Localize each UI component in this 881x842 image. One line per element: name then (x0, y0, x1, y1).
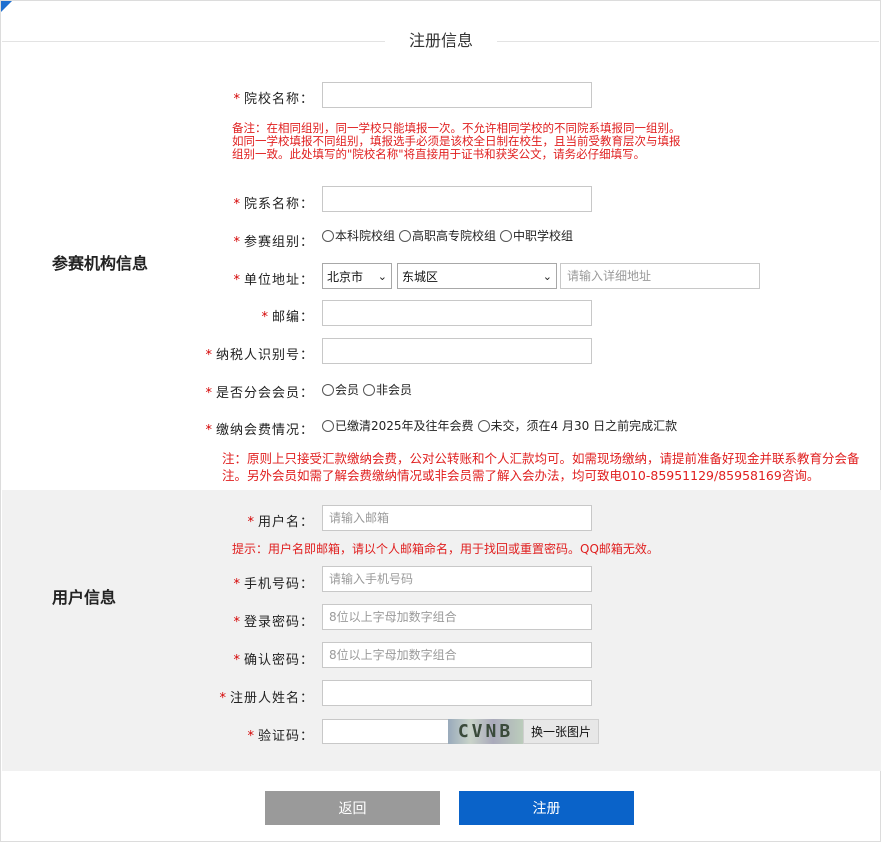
register-button[interactable]: 注册 (459, 791, 634, 825)
district-select[interactable]: 东城区 ⌄ (397, 263, 557, 289)
corner-mark-icon (1, 1, 12, 12)
tax-id-label: * 纳税人识别号： (205, 348, 314, 363)
school-name-label: * 院校名称： (233, 92, 314, 107)
city-select[interactable]: 北京市 ⌄ (322, 263, 392, 289)
postcode-input[interactable] (322, 300, 592, 326)
radio-circle-icon (322, 383, 334, 396)
fee-radio-paid[interactable]: 已缴清2025年及往年会费 (322, 417, 474, 434)
registration-form: 注册信息 参赛机构信息 * 院校名称： 备注：在相同组别，同一学校只能填报一次。不… (0, 0, 881, 842)
back-button[interactable]: 返回 (265, 791, 440, 825)
school-name-note: 备注：在相同组别，同一学校只能填报一次。不允许相同学校的不同院系填报同一组别。如… (232, 121, 681, 161)
fee-label: * 缴纳会费情况： (205, 423, 314, 438)
confirm-password-input[interactable] (322, 642, 592, 668)
org-section-label: 参赛机构信息 (52, 254, 149, 273)
fee-radio-group: 已缴清2025年及往年会费 未交，须在4 月30 日之前完成汇款 (322, 417, 681, 434)
group-radio-secondary-vocational[interactable]: 中职学校组 (500, 227, 573, 244)
captcha-label: * 验证码： (247, 729, 314, 744)
radio-circle-icon (399, 229, 412, 242)
group-label: * 参赛组别： (233, 235, 314, 250)
tax-id-input[interactable] (322, 338, 592, 364)
page-title: 注册信息 (385, 29, 497, 53)
fee-note: 注：原则上只接受汇款缴纳会费，公对公转账和个人汇款均可。如需现场缴纳，请提前准备… (222, 451, 860, 483)
member-radio-group: 会员 非会员 (322, 381, 416, 398)
captcha-refresh-button[interactable]: 换一张图片 (523, 719, 599, 744)
radio-circle-icon (477, 419, 490, 432)
real-name-input[interactable] (322, 680, 592, 706)
radio-circle-icon (322, 419, 334, 432)
member-radio-yes[interactable]: 会员 (322, 381, 359, 398)
captcha-input[interactable] (322, 719, 449, 744)
postcode-label: * 邮编： (261, 310, 314, 325)
phone-input[interactable] (322, 566, 592, 592)
password-label: * 登录密码： (233, 615, 314, 630)
group-radio-vocational-college[interactable]: 高职高专院校组 (399, 227, 496, 244)
password-input[interactable] (322, 604, 592, 630)
real-name-label: * 注册人姓名： (219, 691, 314, 706)
username-note: 提示：用户名即邮箱，请以个人邮箱命名，用于找回或重置密码。QQ邮箱无效。 (232, 542, 659, 556)
member-radio-no[interactable]: 非会员 (363, 381, 412, 398)
radio-circle-icon (322, 229, 334, 242)
captcha-image[interactable]: CVNB (448, 719, 523, 744)
member-label: * 是否分会会员： (205, 386, 314, 401)
group-radio-group: 本科院校组 高职高专院校组 中职学校组 (322, 227, 577, 244)
confirm-password-label: * 确认密码： (233, 653, 314, 668)
address-label: * 单位地址： (233, 273, 314, 288)
dept-name-label: * 院系名称： (233, 197, 314, 212)
address-detail-input[interactable] (560, 263, 760, 289)
fee-radio-unpaid[interactable]: 未交，须在4 月30 日之前完成汇款 (477, 417, 677, 434)
radio-circle-icon (500, 229, 513, 242)
username-input[interactable] (322, 505, 592, 531)
chevron-down-icon: ⌄ (377, 269, 387, 283)
school-name-input[interactable] (322, 82, 592, 108)
user-section-label: 用户信息 (52, 588, 117, 607)
group-radio-undergrad[interactable]: 本科院校组 (322, 227, 395, 244)
username-label: * 用户名： (247, 515, 314, 530)
radio-circle-icon (363, 383, 376, 396)
dept-name-input[interactable] (322, 186, 592, 212)
chevron-down-icon: ⌄ (542, 269, 552, 283)
phone-label: * 手机号码： (233, 577, 314, 592)
